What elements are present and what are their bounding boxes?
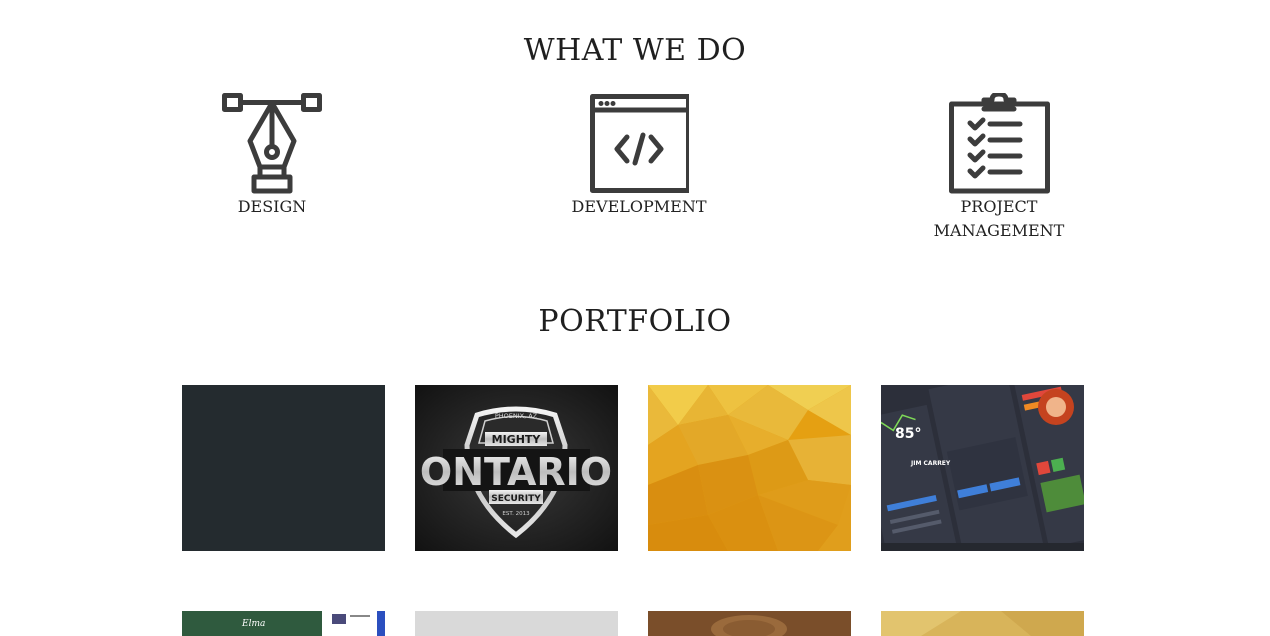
logo-text-est: EST. 2013 bbox=[502, 511, 530, 517]
clipboard-checklist-icon bbox=[949, 93, 1050, 194]
portfolio-title: PORTFOLIO bbox=[538, 304, 732, 339]
portfolio-item-wood-preview[interactable] bbox=[648, 611, 851, 636]
portfolio-item-yellow-polygon[interactable] bbox=[648, 385, 851, 551]
website-preview-title: Elma bbox=[241, 619, 265, 629]
code-window-icon bbox=[590, 94, 689, 193]
portfolio-item-website-preview[interactable]: Elma bbox=[182, 611, 385, 636]
portfolio-item-dark-slate[interactable] bbox=[182, 385, 385, 551]
pen-tool-icon bbox=[222, 93, 322, 194]
what-we-do-title: WHAT WE DO bbox=[523, 33, 747, 68]
service-design: DESIGN bbox=[172, 93, 372, 219]
service-label-design: DESIGN bbox=[237, 197, 307, 216]
dashboard-ui-image: 85° JIM CARREY bbox=[881, 385, 1084, 551]
logo-text-top: PHOENIX, AZ bbox=[495, 412, 538, 420]
dashboard-name: JIM CARREY bbox=[910, 460, 951, 467]
portfolio-item-dashboard-ui-kit[interactable]: 85° JIM CARREY bbox=[881, 385, 1084, 551]
service-development: DEVELOPMENT bbox=[539, 93, 739, 219]
portfolio-item-gray-preview[interactable] bbox=[415, 611, 618, 636]
logo-text-mid: MIGHTY bbox=[492, 433, 542, 446]
portfolio-item-gold-paper-preview[interactable] bbox=[881, 611, 1084, 636]
dashboard-weather: 85° bbox=[895, 426, 921, 442]
portfolio-item-mighty-ontario[interactable]: PHOENIX, AZ MIGHTY ONTARIO SECURITY EST.… bbox=[415, 385, 618, 551]
wood-preview-image bbox=[648, 611, 851, 636]
gold-paper-image bbox=[881, 611, 1084, 636]
logo-text-sub: SECURITY bbox=[491, 494, 541, 504]
service-label-project-management: PROJECT MANAGEMENT bbox=[933, 197, 1065, 240]
website-preview-image: Elma bbox=[182, 611, 385, 636]
logo-text-main: ONTARIO bbox=[420, 450, 612, 494]
polygon-art-image bbox=[648, 385, 851, 551]
service-label-development: DEVELOPMENT bbox=[571, 197, 707, 216]
service-project-management: PROJECT MANAGEMENT bbox=[899, 93, 1099, 243]
ontario-logo-image: PHOENIX, AZ MIGHTY ONTARIO SECURITY EST.… bbox=[415, 385, 618, 551]
